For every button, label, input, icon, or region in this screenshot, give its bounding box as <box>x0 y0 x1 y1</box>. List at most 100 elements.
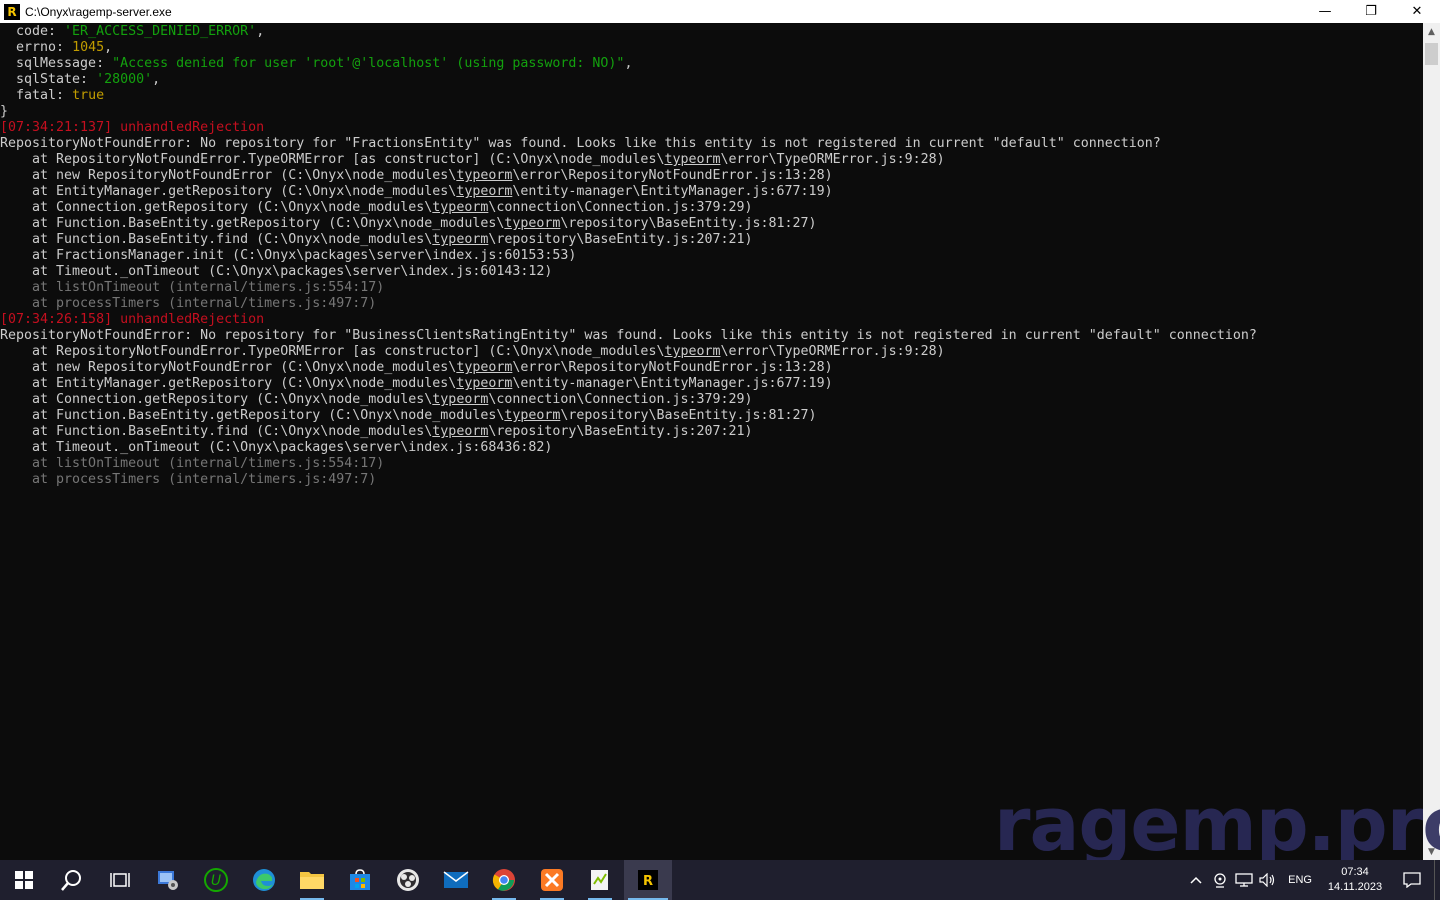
console-text-segment: 'ER_ACCESS_DENIED_ERROR' <box>64 24 257 39</box>
network-icon[interactable] <box>1232 860 1256 900</box>
console-text-segment: } <box>0 104 9 119</box>
svg-text:U: U <box>211 873 221 889</box>
console-line: } <box>0 104 1423 120</box>
console-line: at Function.BaseEntity.find (C:\Onyx\nod… <box>0 424 1423 440</box>
console-line: at Function.BaseEntity.getRepository (C:… <box>0 408 1423 424</box>
notifications-button[interactable] <box>1390 860 1434 900</box>
console-text-segment: at Function.BaseEntity.find (C:\Onyx\nod… <box>0 232 433 247</box>
console-text-segment: typeorm <box>456 376 513 391</box>
console-text-segment: typeorm <box>456 184 513 199</box>
search-icon <box>61 870 81 891</box>
app-notepad-plus[interactable] <box>576 860 624 900</box>
console-text-segment: at FractionsManager.init (C:\Onyx\packag… <box>0 248 577 263</box>
console-line: sqlMessage: "Access denied for user 'roo… <box>0 56 1423 72</box>
console-text-segment: \connection\Connection.js:379:29) <box>488 200 753 215</box>
console-text-segment: typeorm <box>504 216 561 231</box>
webcam-icon[interactable] <box>1208 860 1232 900</box>
console-text-segment: at EntityManager.getRepository (C:\Onyx\… <box>0 184 457 199</box>
console-text-segment: typeorm <box>432 232 489 247</box>
ragemp-icon: R <box>638 870 658 890</box>
console-text-segment: true <box>72 88 105 103</box>
clock[interactable]: 07:34 14.11.2023 <box>1320 865 1390 895</box>
close-button[interactable]: ✕ <box>1394 0 1440 23</box>
console-text-segment: \error\TypeORMError.js:9:28) <box>720 152 945 167</box>
app-xampp[interactable] <box>528 860 576 900</box>
console-text-segment: \repository\BaseEntity.js:81:27) <box>560 216 817 231</box>
console-text-segment: at Function.BaseEntity.getRepository (C:… <box>0 408 505 423</box>
scroll-up-arrow-icon[interactable]: ▲ <box>1423 23 1440 40</box>
notification-icon <box>1403 872 1421 888</box>
app-control-panel[interactable] <box>144 860 192 900</box>
console-text-segment: at RepositoryNotFoundError.TypeORMError … <box>0 152 665 167</box>
console-text-segment: typeorm <box>456 360 513 375</box>
system-tray: ENG 07:34 14.11.2023 <box>1184 860 1440 900</box>
notepad-plus-icon <box>591 870 608 890</box>
console-text-segment: \error\TypeORMError.js:9:28) <box>720 344 945 359</box>
window-controls: — ❐ ✕ <box>1302 0 1440 23</box>
console-text-segment: \entity-manager\EntityManager.js:677:19) <box>512 184 833 199</box>
console-text-segment: at Connection.getRepository (C:\Onyx\nod… <box>0 392 433 407</box>
console-line: [07:34:26:158] unhandledRejection <box>0 312 1423 328</box>
show-desktop-button[interactable] <box>1434 860 1440 900</box>
console-text-segment: at Timeout._onTimeout (C:\Onyx\packages\… <box>0 440 553 455</box>
console-text-segment: at Function.BaseEntity.getRepository (C:… <box>0 216 505 231</box>
scrollbar-thumb[interactable] <box>1425 43 1438 65</box>
start-button[interactable] <box>0 860 48 900</box>
volume-icon[interactable] <box>1256 860 1280 900</box>
console-line: at Connection.getRepository (C:\Onyx\nod… <box>0 200 1423 216</box>
app-file-explorer[interactable] <box>288 860 336 900</box>
console-text-segment: [07:34:21:137] unhandledRejection <box>0 120 265 135</box>
minimize-button[interactable]: — <box>1302 0 1348 23</box>
store-icon <box>350 869 370 890</box>
console-text-segment: typeorm <box>504 408 561 423</box>
search-button[interactable] <box>48 860 96 900</box>
console-text-segment: RepositoryNotFoundError: No repository f… <box>0 328 1257 343</box>
app-chrome[interactable] <box>480 860 528 900</box>
app-upwork[interactable]: U <box>192 860 240 900</box>
console-text-segment: at new RepositoryNotFoundError (C:\Onyx\… <box>0 360 457 375</box>
maximize-button[interactable]: ❐ <box>1348 0 1394 23</box>
console-text-segment: at processTimers (internal/timers.js:497… <box>0 296 377 311</box>
console-text-segment: , <box>624 56 633 71</box>
console-text-segment: \repository\BaseEntity.js:81:27) <box>560 408 817 423</box>
console-text-segment: 1045 <box>72 40 105 55</box>
app-edge[interactable] <box>240 860 288 900</box>
console-text-segment: at RepositoryNotFoundError.TypeORMError … <box>0 344 665 359</box>
folder-icon <box>300 872 324 889</box>
app-mail[interactable] <box>432 860 480 900</box>
windows-logo-icon <box>15 871 33 889</box>
console-text-segment: sqlState: <box>0 72 97 87</box>
console-line: at Connection.getRepository (C:\Onyx\nod… <box>0 392 1423 408</box>
vertical-scrollbar[interactable]: ▲ ▼ <box>1423 23 1440 860</box>
app-ragemp-server[interactable]: R <box>624 860 672 900</box>
app-obs[interactable] <box>384 860 432 900</box>
console-text-segment: at Function.BaseEntity.find (C:\Onyx\nod… <box>0 424 433 439</box>
console-text-segment: typeorm <box>456 168 513 183</box>
console-line: at RepositoryNotFoundError.TypeORMError … <box>0 344 1423 360</box>
console-text-segment: , <box>104 40 113 55</box>
window-titlebar[interactable]: R C:\Onyx\ragemp-server.exe — ❐ ✕ <box>0 0 1440 23</box>
console-line: at new RepositoryNotFoundError (C:\Onyx\… <box>0 360 1423 376</box>
console-text-segment: fatal: <box>0 88 73 103</box>
control-panel-icon <box>158 871 178 890</box>
xampp-icon <box>541 869 563 891</box>
console-text-segment: \connection\Connection.js:379:29) <box>488 392 753 407</box>
window-title: C:\Onyx\ragemp-server.exe <box>25 4 172 19</box>
console-text-segment: [07:34:26:158] unhandledRejection <box>0 312 265 327</box>
task-view-icon <box>110 873 130 887</box>
console-text-segment: \error\RepositoryNotFoundError.js:13:28) <box>512 360 833 375</box>
task-view-button[interactable] <box>96 860 144 900</box>
console-line: at processTimers (internal/timers.js:497… <box>0 472 1423 488</box>
console-line: at EntityManager.getRepository (C:\Onyx\… <box>0 184 1423 200</box>
app-store[interactable] <box>336 860 384 900</box>
console-line: [07:34:21:137] unhandledRejection <box>0 120 1423 136</box>
show-hidden-icons-chevron-icon[interactable] <box>1184 860 1208 900</box>
console-text-segment: at Timeout._onTimeout (C:\Onyx\packages\… <box>0 264 553 279</box>
console-line: at EntityManager.getRepository (C:\Onyx\… <box>0 376 1423 392</box>
console-line: at processTimers (internal/timers.js:497… <box>0 296 1423 312</box>
input-language-indicator[interactable]: ENG <box>1280 874 1320 886</box>
chrome-icon <box>492 869 515 891</box>
console-text-segment: typeorm <box>664 152 721 167</box>
console-output[interactable]: code: 'ER_ACCESS_DENIED_ERROR', errno: 1… <box>0 23 1423 860</box>
upwork-icon: U <box>204 868 228 892</box>
